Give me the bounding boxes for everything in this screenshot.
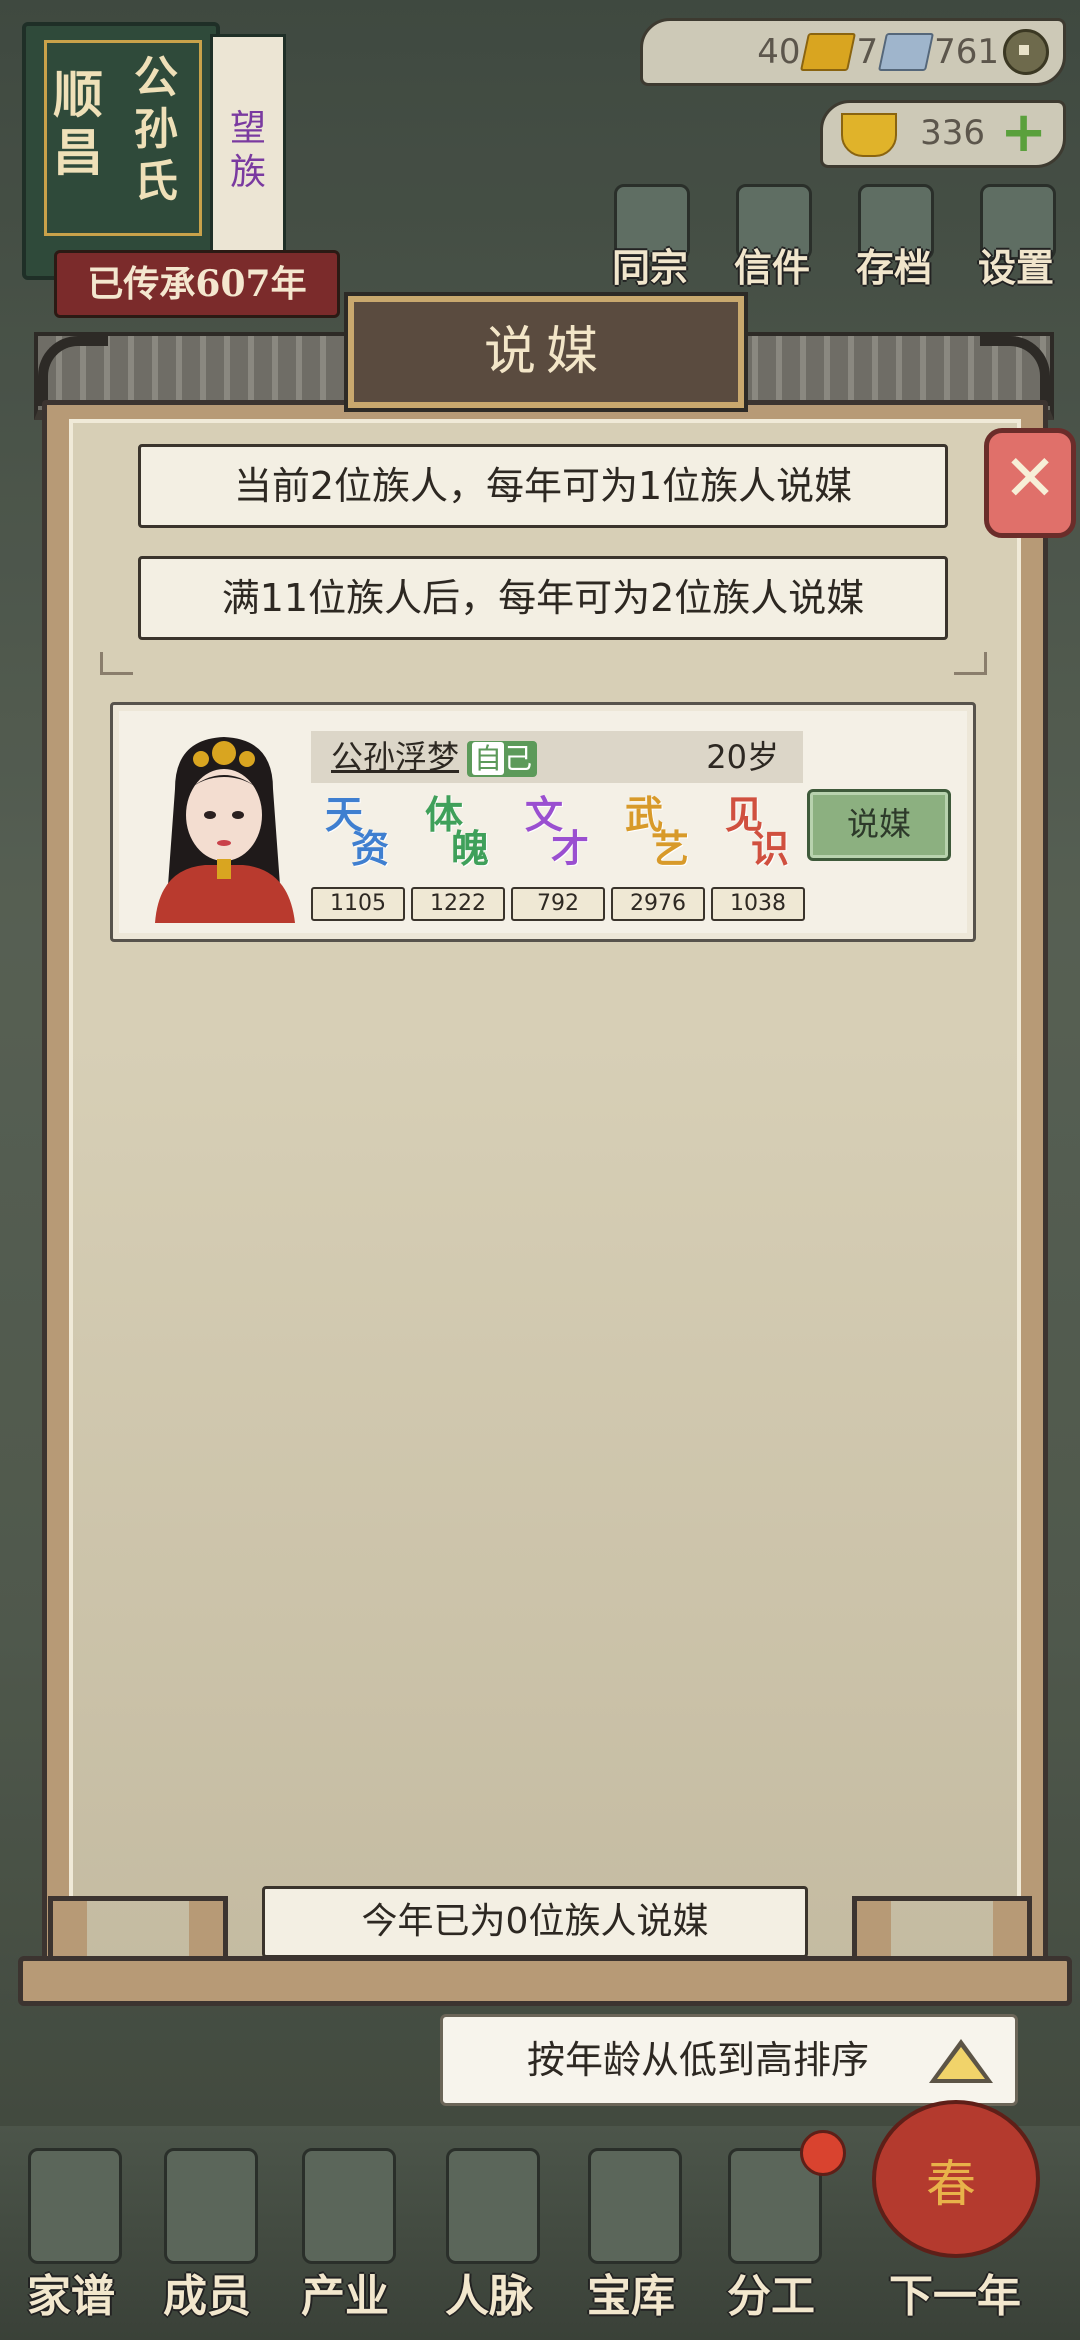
divider-corner-left [100,652,133,675]
year-match-status: 今年已为0位族人说媒 [262,1886,808,1958]
match-button[interactable]: 说媒 [807,789,951,861]
nav-label: 成员 [163,2271,251,2322]
info-line-current: 当前2位族人，每年可为1位族人说媒 [138,444,948,528]
modal-title: 说媒 [348,296,744,408]
matchmaking-modal: 说媒 当前2位族人，每年可为1位族人说媒 满11位族人后，每年可为2位族人说媒 [18,296,1072,2026]
stat-physique: 体 魄 1222 [411,793,507,921]
gold-bar-icon [800,33,857,71]
member-portrait [135,719,313,923]
sort-ascending-icon [929,2039,993,2083]
genealogy-icon [28,2148,122,2264]
top-menu-label: 设置 [977,245,1054,290]
treasury-icon [588,2148,682,2264]
sort-label: 按年龄从低到高排序 [527,2038,870,2082]
member-name[interactable]: 公孙浮梦 [331,735,459,779]
stat-literary-char2: 才 [551,826,590,871]
network-icon [446,2148,540,2264]
nav-label: 人脉 [445,2271,533,2322]
modal-panel [69,419,1021,1971]
family-book: 顺昌 公孙氏 [22,22,220,280]
nav-label: 宝库 [587,2271,675,2322]
top-menu-letters[interactable]: 信件 [722,180,822,292]
nav-label: 下一年 [889,2271,1021,2322]
family-rank-tag: 望族 [210,34,286,255]
portrait-image [135,719,313,923]
info-line-threshold: 满11位族人后，每年可为2位族人说媒 [138,556,948,640]
roof-eave-left [38,336,108,406]
fence-left [48,1896,228,1961]
stat-literary: 文 才 792 [511,793,607,921]
member-name-bar: 公孙浮梦 自己 20岁 [311,731,803,783]
stat-martial-char2: 艺 [651,826,690,871]
nav-label: 分工 [727,2271,815,2322]
stat-insight-value: 1038 [711,887,805,921]
coin-count: 761 [934,32,999,72]
top-menu: 同宗 信件 存档 设置 [600,180,1066,292]
close-icon: ✕ [1003,442,1057,516]
family-surname: 公孙氏 [134,52,178,207]
ingot-bar: 336 + [820,100,1066,168]
nav-label: 家谱 [27,2271,115,2322]
coin-icon [1003,29,1049,75]
top-menu-label: 同宗 [611,245,688,290]
close-button[interactable]: ✕ [984,428,1076,538]
stat-literary-value: 792 [511,887,605,921]
family-rank-label: 望族 [229,108,266,193]
modal-base [18,1956,1072,2006]
family-banner[interactable]: 顺昌 公孙氏 望族 已传承607年 [14,14,340,318]
stat-physique-char2: 魄 [451,826,490,871]
stat-martial: 武 艺 2976 [611,793,707,921]
top-menu-settings[interactable]: 设置 [966,180,1066,292]
notification-dot [800,2130,846,2176]
member-card: 公孙浮梦 自己 20岁 天 资 1105 体 魄 1222 文 才 792 武 … [110,702,976,942]
nav-treasury[interactable]: 宝库 [566,2148,696,2328]
stat-insight: 见 识 1038 [711,793,807,921]
self-badge: 自己 [467,741,537,777]
family-place-name: 顺昌 [53,65,103,182]
gold-bar-count: 40 [757,32,801,72]
fence-right [852,1896,1032,1961]
self-badge-first: 自 [471,742,504,775]
nav-next-year[interactable]: 下一年 [850,2148,1060,2328]
stat-insight-char2: 识 [751,826,790,871]
roof-eave-right [980,336,1050,406]
self-badge-rest: 己 [504,742,533,775]
gold-ingot-icon [841,113,897,157]
top-menu-save[interactable]: 存档 [844,180,944,292]
nav-network[interactable]: 人脉 [424,2148,554,2328]
estate-icon [302,2148,396,2264]
stat-martial-value: 2976 [611,887,705,921]
silver-bar-count: 7 [856,32,879,72]
member-icon [164,2148,258,2264]
top-menu-label: 存档 [855,245,932,290]
stat-talent-value: 1105 [311,887,405,921]
nav-label: 产业 [301,2271,389,2322]
stat-talent: 天 资 1105 [311,793,407,921]
top-menu-label: 信件 [733,245,810,290]
stat-talent-char2: 资 [351,826,390,871]
nav-members[interactable]: 成员 [142,2148,272,2328]
nav-estate[interactable]: 产业 [280,2148,410,2328]
ingot-count: 336 [920,113,985,153]
silver-bar-icon [878,33,935,71]
stat-physique-value: 1222 [411,887,505,921]
top-menu-clan[interactable]: 同宗 [600,180,700,292]
currency-bar: 40 7 761 [640,18,1066,86]
member-age: 20岁 [706,738,779,776]
add-ingot-icon[interactable]: + [1000,105,1047,161]
divider-corner-right [954,652,987,675]
nav-genealogy[interactable]: 家谱 [6,2148,136,2328]
sort-by-age-button[interactable]: 按年龄从低到高排序 [440,2014,1018,2106]
